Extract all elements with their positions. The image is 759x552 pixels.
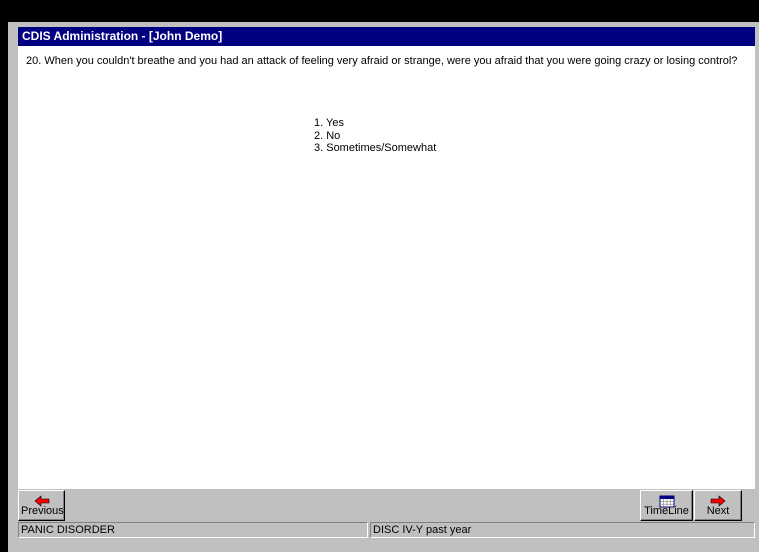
answer-option-sometimes[interactable]: 3. Sometimes/Somewhat [314, 142, 436, 155]
answer-option-no[interactable]: 2. No [314, 130, 436, 143]
application-window: CDIS Administration - [John Demo] 20. Wh… [8, 22, 759, 552]
status-section: PANIC DISORDER [18, 522, 368, 538]
previous-button-label: Previous [21, 505, 64, 517]
question-panel: 20. When you couldn't breathe and you ha… [18, 46, 755, 489]
timeline-button[interactable]: TimeLine [640, 490, 693, 521]
navigation-bar: Previous TimeLine Next [18, 489, 755, 522]
answer-list: 1. Yes 2. No 3. Sometimes/Somewhat [314, 117, 436, 155]
answer-option-yes[interactable]: 1. Yes [314, 117, 436, 130]
status-interview: DISC IV-Y past year [370, 522, 755, 538]
next-button[interactable]: Next [694, 490, 742, 521]
window-title: CDIS Administration - [John Demo] [18, 27, 755, 46]
previous-button[interactable]: Previous [18, 490, 65, 521]
question-text: 20. When you couldn't breathe and you ha… [26, 55, 738, 67]
timeline-button-label: TimeLine [644, 505, 689, 517]
status-bar: PANIC DISORDER DISC IV-Y past year [18, 522, 755, 538]
next-button-label: Next [706, 505, 730, 517]
